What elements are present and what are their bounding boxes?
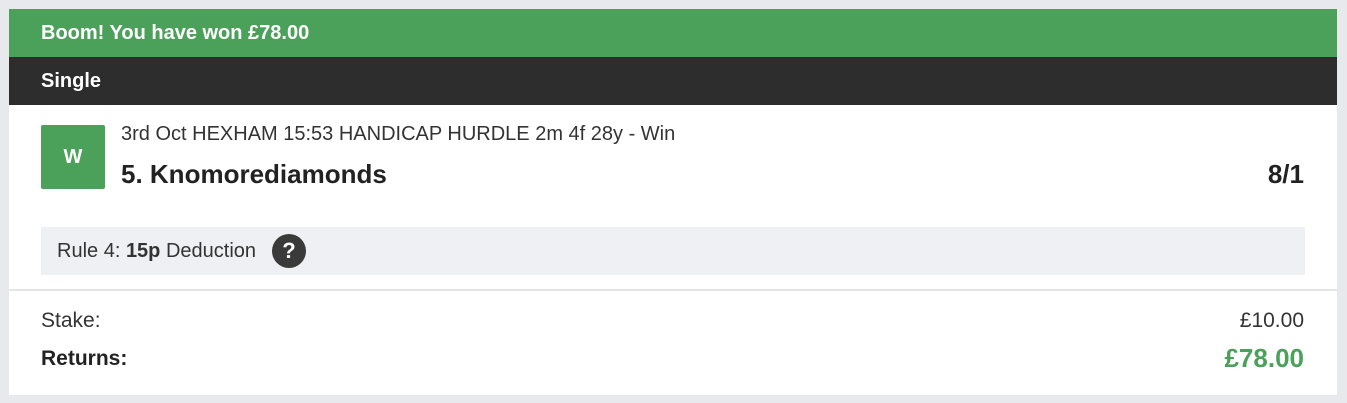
stake-value: £10.00 bbox=[1239, 309, 1304, 332]
win-banner: Boom! You have won £78.00 bbox=[9, 9, 1337, 57]
returns-label: Returns: bbox=[41, 347, 128, 370]
rule4-amount: 15p bbox=[125, 239, 161, 262]
event-description: 3rd Oct HEXHAM 15:53 HANDICAP HURDLE 2m … bbox=[121, 123, 676, 145]
rule4-notice: Rule 4: 15p Deduction ? bbox=[41, 227, 1305, 275]
help-icon[interactable]: ? bbox=[272, 234, 307, 268]
result-badge: W bbox=[41, 125, 105, 189]
bet-type-header: Single bbox=[9, 57, 1337, 105]
runner-name: 5. Knomorediamonds bbox=[121, 159, 387, 189]
selection-section: W 3rd Oct HEXHAM 15:53 HANDICAP HURDLE 2… bbox=[9, 105, 1337, 291]
bet-receipt-card: Boom! You have won £78.00 Single W 3rd O… bbox=[9, 9, 1337, 395]
stake-label: Stake: bbox=[41, 309, 101, 332]
returns-value: £78.00 bbox=[1224, 343, 1304, 373]
totals-section: Stake: £10.00 Returns: £78.00 bbox=[9, 291, 1337, 395]
rule4-prefix: Rule 4: bbox=[57, 239, 126, 262]
odds-value: 8/1 bbox=[1267, 159, 1304, 189]
rule4-suffix: Deduction bbox=[160, 239, 257, 262]
